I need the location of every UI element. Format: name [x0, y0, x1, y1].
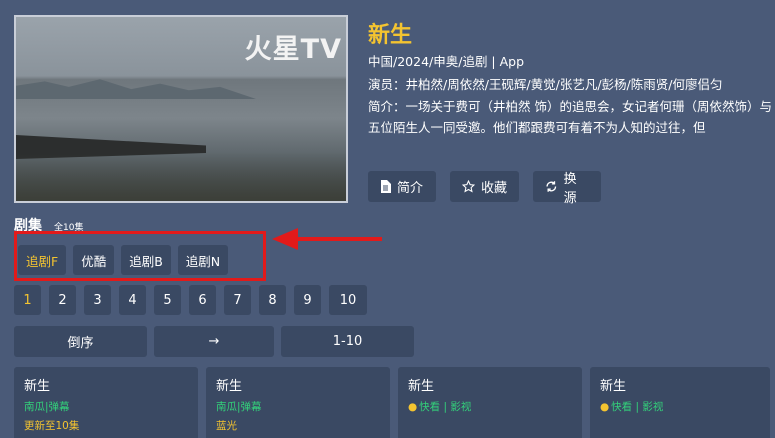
lightbulb-icon: ● — [408, 401, 418, 413]
episode-button-3[interactable]: 3 — [84, 285, 111, 315]
source-tab-zhuiju-f[interactable]: 追剧F — [18, 245, 67, 275]
refresh-icon — [546, 181, 557, 192]
card-source-row: ● 快看 | 影视 — [408, 399, 572, 414]
card-title: 新生 — [600, 379, 627, 394]
favorite-label: 收藏 — [481, 181, 508, 196]
episode-button-6[interactable]: 6 — [189, 285, 216, 315]
star-icon — [462, 180, 475, 193]
reverse-order-button[interactable]: 倒序 — [14, 326, 147, 357]
related-card[interactable]: 新生 南瓜|弹幕 更新至10集 — [14, 367, 198, 438]
poster-image: 火星TV — [14, 15, 348, 203]
show-meta: 中国/2024/申奥/追剧 | App — [368, 54, 525, 69]
channel-watermark: 火星TV — [244, 34, 342, 65]
source-list: 追剧F 优酷 追剧B 追剧N — [18, 245, 229, 275]
related-card[interactable]: 新生 南瓜|弹幕 蓝光 — [206, 367, 390, 438]
episode-button-4[interactable]: 4 — [119, 285, 146, 315]
range-button[interactable]: 1-10 — [281, 326, 414, 357]
card-source-row: ● 快看 | 影视 — [600, 399, 760, 414]
card-status: 蓝光 — [216, 420, 237, 432]
card-status: 更新至10集 — [24, 420, 80, 432]
direction-button[interactable]: → — [154, 326, 274, 357]
action-bar: 简介 收藏 换源 — [368, 171, 601, 206]
episode-list: 1 2 3 4 5 6 7 8 9 10 — [14, 285, 367, 315]
show-description: 简介：一场关于费可（井柏然 饰）的追思会，女记者何珊（周依然饰）与五位陌生人一同… — [368, 99, 772, 135]
card-source: 南瓜|弹幕 — [24, 401, 70, 413]
poster-mountains — [16, 79, 256, 99]
switch-source-button[interactable]: 换源 — [533, 171, 601, 206]
source-tab-zhuiju-n[interactable]: 追剧N — [177, 245, 229, 275]
source-tab-zhuiju-b[interactable]: 追剧B — [121, 245, 171, 275]
related-card[interactable]: 新生 ● 快看 | 影视 — [398, 367, 582, 438]
favorite-button[interactable]: 收藏 — [450, 171, 519, 202]
show-title: 新生 — [368, 23, 413, 48]
episode-button-9[interactable]: 9 — [294, 285, 321, 315]
card-title: 新生 — [216, 379, 243, 394]
annotation-arrow-icon — [272, 228, 382, 250]
episode-controls: 倒序 → 1-10 — [14, 326, 414, 357]
card-title: 新生 — [408, 379, 435, 394]
card-source: 快看 | 影视 — [611, 401, 664, 413]
episode-button-1[interactable]: 1 — [14, 285, 41, 315]
episode-button-8[interactable]: 8 — [259, 285, 286, 315]
related-card[interactable]: 新生 ● 快看 | 影视 — [590, 367, 770, 438]
intro-label: 简介 — [397, 181, 424, 196]
card-title: 新生 — [24, 379, 51, 394]
card-source: 快看 | 影视 — [419, 401, 472, 413]
source-tab-youku[interactable]: 优酷 — [73, 245, 115, 275]
card-source: 南瓜|弹幕 — [216, 401, 262, 413]
poster-shore — [16, 153, 346, 201]
episode-button-2[interactable]: 2 — [49, 285, 76, 315]
document-icon — [381, 180, 391, 193]
lightbulb-icon: ● — [600, 401, 610, 413]
episode-button-10[interactable]: 10 — [329, 285, 367, 315]
switch-source-label: 换源 — [563, 171, 577, 206]
intro-button[interactable]: 简介 — [368, 171, 436, 202]
related-list: 新生 南瓜|弹幕 更新至10集 新生 南瓜|弹幕 蓝光 新生 ● 快看 | 影视 … — [14, 367, 770, 438]
episode-button-7[interactable]: 7 — [224, 285, 251, 315]
episode-button-5[interactable]: 5 — [154, 285, 181, 315]
show-actors: 演员：井柏然/周依然/王砚辉/黄觉/张艺凡/彭杨/陈雨贤/何廖侣匀 — [368, 77, 723, 92]
